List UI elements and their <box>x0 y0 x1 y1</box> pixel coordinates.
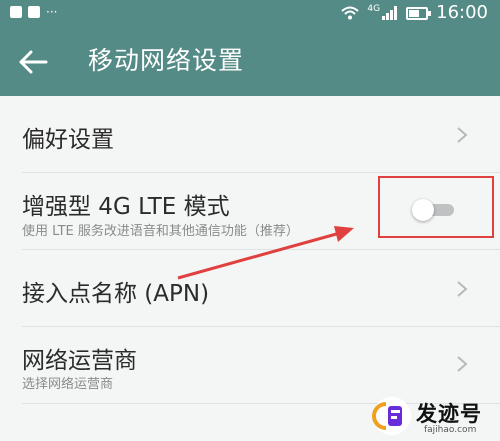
watermark-url: fajihao.com <box>424 425 477 435</box>
annotation-arrow <box>177 226 354 280</box>
watermark: 发迹号 fajihao.com <box>368 396 500 441</box>
watermark-logo-icon <box>372 397 411 435</box>
watermark-name: 发迹号 <box>416 402 482 426</box>
